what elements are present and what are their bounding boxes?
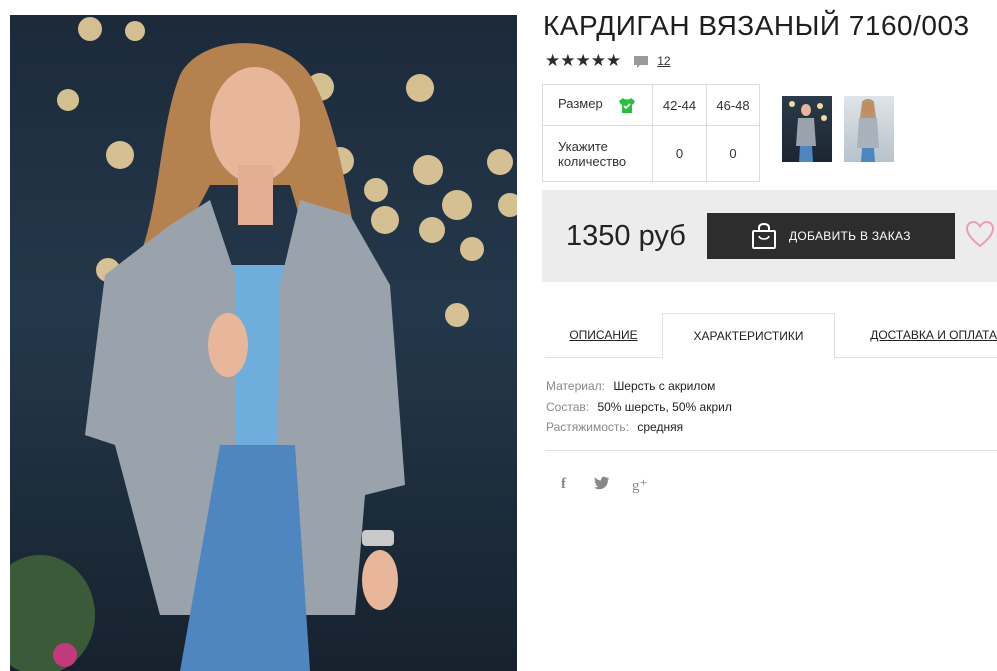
- tab-characteristics[interactable]: ХАРАКТЕРИСТИКИ: [662, 313, 835, 359]
- spec-key: Растяжимость:: [546, 420, 630, 434]
- spec-value: средняя: [637, 420, 684, 434]
- shopping-bag-icon: [752, 222, 776, 249]
- heart-icon[interactable]: [965, 220, 995, 248]
- product-title: КАРДИГАН ВЯЗАНЫЙ 7160/003: [543, 10, 970, 41]
- add-to-order-label: ДОБАВИТЬ В ЗАКАЗ: [789, 229, 911, 243]
- quantity-label-line2: количество: [558, 153, 627, 169]
- spec-key: Материал:: [546, 379, 605, 393]
- spec-row: Состав: 50% шерсть, 50% акрил: [546, 397, 732, 418]
- tab-delivery[interactable]: ДОСТАВКА И ОПЛАТА: [853, 313, 997, 357]
- size-label-cell: Размер: [542, 84, 653, 126]
- size-quantity-table: Размер 42-44 46-48 Укажите количество 0 …: [542, 84, 760, 182]
- spec-value: Шерсть с акрилом: [613, 379, 716, 393]
- spec-row: Растяжимость: средняя: [546, 417, 732, 438]
- spec-value: 50% шерсть, 50% акрил: [597, 399, 732, 414]
- product-tabs: ОПИСАНИЕ ХАРАКТЕРИСТИКИ ДОСТАВКА И ОПЛАТ…: [545, 313, 997, 359]
- price-box: 1350 руб ДОБАВИТЬ В ЗАКАЗ: [542, 190, 997, 282]
- review-count-link[interactable]: 12: [657, 54, 670, 68]
- thumbnail-1[interactable]: [782, 96, 832, 162]
- quantity-input-46-48[interactable]: 0: [706, 125, 760, 182]
- divider: [545, 450, 997, 451]
- comment-icon: [634, 56, 649, 68]
- add-to-order-button[interactable]: ДОБАВИТЬ В ЗАКАЗ: [707, 213, 955, 259]
- size-option-42-44[interactable]: 42-44: [652, 84, 707, 126]
- shirt-check-icon[interactable]: [618, 97, 636, 114]
- rating-stars[interactable]: ★★★★★: [545, 51, 621, 71]
- size-label: Размер: [558, 96, 603, 112]
- thumbnail-2[interactable]: [844, 96, 894, 162]
- price: 1350 руб: [566, 220, 686, 252]
- rating-row: ★★★★★ 12: [545, 51, 671, 71]
- google-plus-icon[interactable]: g⁺: [632, 476, 647, 495]
- spec-row: Материал: Шерсть с акрилом: [546, 376, 732, 397]
- quantity-input-42-44[interactable]: 0: [652, 125, 707, 182]
- tab-description[interactable]: ОПИСАНИЕ: [545, 313, 662, 357]
- twitter-icon[interactable]: [594, 476, 610, 494]
- facebook-icon[interactable]: f: [561, 476, 566, 493]
- spec-key: Состав:: [546, 399, 590, 414]
- size-option-46-48[interactable]: 46-48: [706, 84, 760, 126]
- specs-list: Материал: Шерсть с акрилом Состав: 50% ш…: [546, 376, 732, 438]
- quantity-label-cell: Укажите количество: [542, 125, 653, 182]
- quantity-label-line1: Укажите: [558, 138, 608, 154]
- product-main-photo[interactable]: [10, 15, 517, 671]
